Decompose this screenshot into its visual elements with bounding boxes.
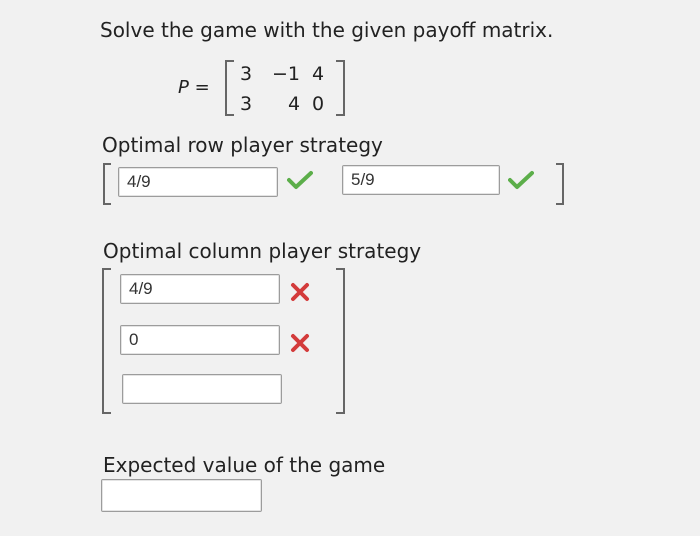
matrix-cell: −1: [272, 63, 301, 85]
matrix-cell: 0: [312, 93, 325, 115]
row-vector-right-bracket: [556, 163, 564, 205]
column-strategy-input-1[interactable]: 4/9: [120, 274, 280, 304]
column-strategy-heading: Optimal column player strategy: [103, 239, 422, 263]
matrix-cell: 3: [240, 93, 253, 115]
row-strategy-input-2[interactable]: 5/9: [342, 165, 500, 195]
row-strategy-input-1[interactable]: 4/9: [118, 167, 278, 197]
check-icon: [287, 170, 313, 190]
matrix-cell: 3: [240, 63, 253, 85]
expected-value-heading: Expected value of the game: [103, 453, 386, 477]
check-icon: [508, 170, 534, 190]
column-vector-left-bracket: [102, 268, 111, 414]
matrix-cell: 4: [312, 63, 325, 85]
x-icon: [290, 282, 310, 302]
matrix-right-bracket: [336, 60, 345, 116]
column-strategy-input-3[interactable]: [122, 374, 282, 404]
row-strategy-heading: Optimal row player strategy: [102, 133, 383, 157]
question-prompt: Solve the game with the given payoff mat…: [100, 18, 554, 42]
matrix-cell: 4: [288, 93, 301, 115]
matrix-left-bracket: [225, 60, 234, 116]
expected-value-input[interactable]: [101, 479, 262, 512]
row-vector-left-bracket: [103, 163, 111, 205]
column-strategy-input-2[interactable]: 0: [120, 325, 280, 355]
matrix-label: P =: [178, 77, 210, 98]
column-vector-right-bracket: [336, 268, 345, 414]
x-icon: [290, 333, 310, 353]
